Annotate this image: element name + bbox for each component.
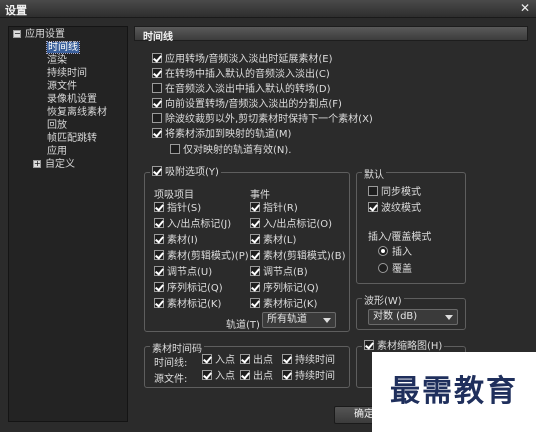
event-clip-marker[interactable]: 素材标记(K) <box>250 298 317 310</box>
insert-overwrite-label: 插入/覆盖模式 <box>368 232 432 243</box>
tree-item-duration[interactable]: 持续时间 <box>47 68 87 80</box>
snap-options-toggle[interactable]: 吸附选项(Y) <box>150 166 221 178</box>
timeline-duration[interactable]: 持续时间 <box>282 354 335 366</box>
title-bar: 设置 ✕ <box>0 0 536 18</box>
checkbox[interactable] <box>152 53 162 63</box>
track-label: 轨道(T) <box>226 320 260 331</box>
event-clip[interactable]: 素材(L) <box>250 234 296 246</box>
snap-pointer[interactable]: 指针(S) <box>154 202 201 214</box>
snap-clip-marker[interactable]: 素材标记(K) <box>154 298 221 310</box>
ripple-mode[interactable]: 波纹模式 <box>368 202 421 214</box>
snap-adjust-point[interactable]: 调节点(U) <box>154 266 212 278</box>
panel-header: 时间线 <box>134 26 528 43</box>
snap-clip-edit-mode[interactable]: 素材(剪辑模式)(P) <box>154 250 249 262</box>
tree-item-playback[interactable]: 回放 <box>47 120 67 132</box>
tree-item-apply[interactable]: 应用 <box>47 146 67 158</box>
insert-radio[interactable]: 插入 <box>378 246 412 258</box>
option-add-to-mapped-track[interactable]: 将素材添加到映射的轨道(M) <box>152 128 291 140</box>
waveform-select[interactable]: 对数 (dB) <box>368 309 458 325</box>
tree-item-deck-settings[interactable]: 录像机设置 <box>47 94 97 106</box>
watermark-logo: 最需教育 <box>372 352 536 432</box>
overwrite-radio[interactable]: 覆盖 <box>378 263 412 275</box>
checkbox[interactable] <box>152 166 162 176</box>
track-select[interactable]: 所有轨道 <box>262 312 336 328</box>
collapse-icon[interactable]: − <box>13 30 21 38</box>
event-pointer[interactable]: 指针(R) <box>250 202 298 214</box>
tree-item-source-file[interactable]: 源文件 <box>47 81 77 93</box>
thumbnail-toggle[interactable]: 素材缩略图(H) <box>362 340 445 352</box>
source-in[interactable]: 入点 <box>202 370 235 382</box>
snap-col1-header: 项吸项目 <box>154 190 194 201</box>
timeline-out[interactable]: 出点 <box>240 354 273 366</box>
chevron-down-icon <box>445 315 453 320</box>
source-duration[interactable]: 持续时间 <box>282 370 335 382</box>
snap-col2-header: 事件 <box>250 190 270 201</box>
option-extend-clip[interactable]: 应用转场/音频淡入淡出时延展素材(E) <box>152 53 333 65</box>
tree-item-render[interactable]: 渲染 <box>47 55 67 67</box>
tree-item-custom[interactable]: + 自定义 <box>33 159 75 171</box>
tree-item-match-frame[interactable]: 帧匹配跳转 <box>47 133 97 145</box>
snap-in-out-marks[interactable]: 入/出点标记(J) <box>154 218 231 230</box>
event-sequence-marker[interactable]: 序列标记(Q) <box>250 282 319 294</box>
checkbox[interactable] <box>170 144 180 154</box>
chevron-down-icon <box>323 318 331 323</box>
tree-item-restore-offline[interactable]: 恢复离线素材 <box>47 107 107 119</box>
option-split-point[interactable]: 向前设置转场/音频淡入淡出的分割点(F) <box>152 98 342 110</box>
checkbox[interactable] <box>152 83 162 93</box>
sync-mode[interactable]: 同步模式 <box>368 186 421 198</box>
clip-timecode-label: 素材时间码 <box>150 340 204 355</box>
checkbox[interactable] <box>152 68 162 78</box>
event-adjust-point[interactable]: 调节点(B) <box>250 266 308 278</box>
tree-item-app-settings[interactable]: − 应用设置 <box>13 29 65 41</box>
checkbox[interactable] <box>152 128 162 138</box>
option-keep-next-clip[interactable]: 除波纹裁剪以外,剪切素材时保持下一个素材(X) <box>152 113 373 125</box>
panel-title: 时间线 <box>143 32 173 43</box>
tree-item-timeline[interactable]: 时间线 <box>46 41 80 54</box>
option-mapped-only[interactable]: 仅对映射的轨道有效(N). <box>170 144 291 156</box>
default-group-label: 默认 <box>362 166 386 181</box>
waveform-label: 波形(W) <box>362 292 404 307</box>
expand-icon[interactable]: + <box>33 160 41 168</box>
event-in-out-marks[interactable]: 入/出点标记(O) <box>250 218 332 230</box>
snap-clip[interactable]: 素材(I) <box>154 234 198 246</box>
event-clip-edit-mode[interactable]: 素材(剪辑模式)(B) <box>250 250 345 262</box>
source-out[interactable]: 出点 <box>240 370 273 382</box>
close-icon[interactable]: ✕ <box>520 1 530 15</box>
window-title: 设置 <box>5 4 27 17</box>
option-insert-transition[interactable]: 在音频淡入淡出中插入默认的转场(D) <box>152 83 331 95</box>
timecode-row-timeline: 时间线: <box>154 358 188 369</box>
checkbox[interactable] <box>152 98 162 108</box>
timecode-row-source: 源文件: <box>154 374 188 385</box>
timeline-in[interactable]: 入点 <box>202 354 235 366</box>
option-insert-audio-fade[interactable]: 在转场中插入默认的音频淡入淡出(C) <box>152 68 330 80</box>
checkbox[interactable] <box>152 113 162 123</box>
settings-tree: − 应用设置 时间线 渲染 持续时间 源文件 录像机设置 恢复离线素材 回放 帧匹… <box>8 26 128 422</box>
snap-sequence-marker[interactable]: 序列标记(Q) <box>154 282 223 294</box>
